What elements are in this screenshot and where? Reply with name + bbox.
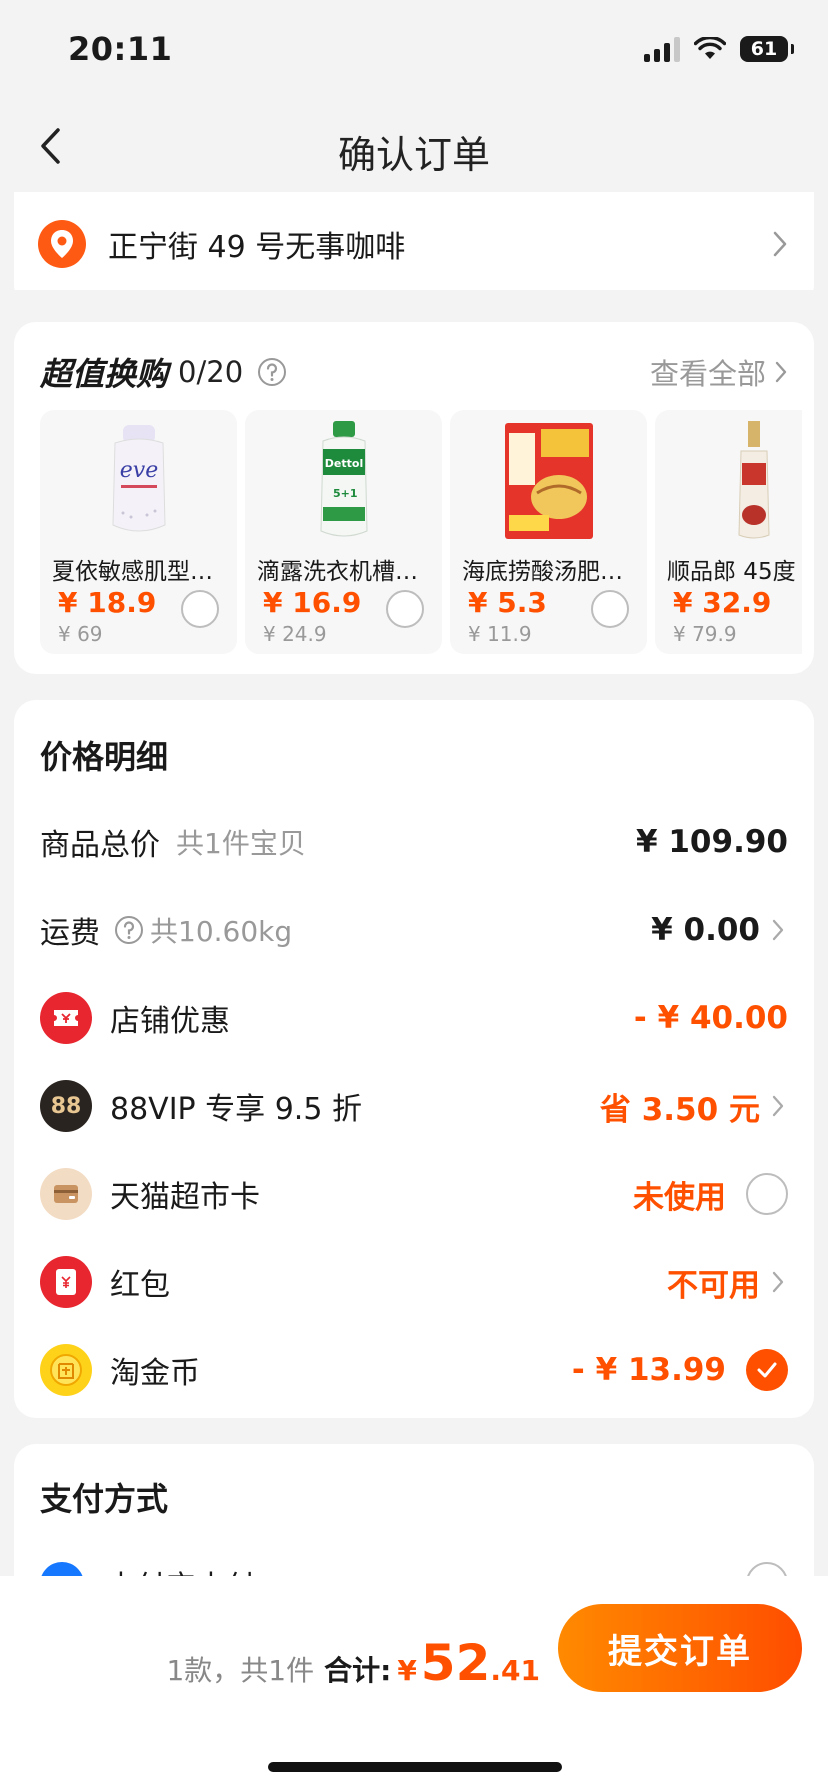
red-packet-label: 红包 — [110, 1268, 170, 1303]
vip-discount-label: 88VIP 专享 9.5 折 — [110, 1092, 362, 1127]
payment-method-title: 支付方式 — [40, 1480, 169, 1518]
shop-discount-row: 店铺优惠 - ¥ 40.00 — [40, 988, 788, 1048]
exchange-product-list: eve 夏依敏感肌型护理液 ¥ 18.9 ¥ 69 Dettol 5+1 — [40, 410, 802, 654]
shop-discount-label: 店铺优惠 — [110, 1004, 230, 1039]
product-price: ¥ 18.9 — [58, 586, 157, 619]
product-price: ¥ 5.3 — [468, 586, 547, 619]
tmall-card-row[interactable]: 天猫超市卡 未使用 — [40, 1164, 788, 1224]
product-image — [450, 416, 647, 546]
svg-text:eve: eve — [119, 458, 157, 483]
svg-text:5+1: 5+1 — [333, 487, 358, 500]
product-price: ¥ 32.9 — [673, 586, 772, 619]
tmall-card-label: 天猫超市卡 — [110, 1180, 260, 1215]
battery-icon: 61 — [740, 36, 794, 62]
product-original-price: ¥ 24.9 — [263, 622, 327, 646]
total-integer: 52 — [420, 1634, 491, 1692]
goods-total-row: 商品总价 共1件宝贝 ¥ 109.90 — [40, 812, 788, 872]
product-image: Dettol 5+1 — [245, 416, 442, 546]
product-name: 滴露洗衣机槽清洁剂 — [257, 559, 436, 585]
vip-discount-row[interactable]: 88 88VIP 专享 9.5 折 省 3.50 元 — [40, 1076, 788, 1136]
vip-88-icon: 88 — [40, 1080, 92, 1132]
exchange-purchase-card: 超值换购 0/20 查看全部 eve 夏依敏感肌型护 ¥ 18.9 ¥ 69 D… — [14, 322, 814, 674]
product-image: eve — [40, 416, 237, 546]
shipping-row[interactable]: 运费 共10.60kg ¥ 0.00 — [40, 900, 788, 960]
chevron-right-icon — [772, 1271, 784, 1293]
view-all-label: 查看全部 — [649, 357, 766, 391]
status-bar: 20:11 61 — [0, 0, 828, 100]
product-select-radio[interactable] — [181, 590, 219, 628]
address-selector[interactable]: 正宁街 49 号无事咖啡 — [14, 192, 814, 296]
gold-coin-icon — [40, 1344, 92, 1396]
chevron-right-icon — [772, 1095, 784, 1117]
product-price: ¥ 16.9 — [263, 586, 362, 619]
exchange-product[interactable]: Dettol 5+1 滴露洗衣机槽清洁剂 ¥ 16.9 ¥ 24.9 — [245, 410, 442, 654]
total-decimal: .41 — [490, 1654, 540, 1687]
product-name: 海底捞酸汤肥牛调味料 — [462, 559, 641, 585]
coins-checked-radio[interactable] — [746, 1349, 788, 1391]
product-original-price: ¥ 79.9 — [673, 622, 737, 646]
address-divider — [14, 290, 814, 296]
address-text: 正宁街 49 号无事咖啡 — [108, 230, 406, 265]
product-name: 顺品郎 45度 — [667, 559, 796, 585]
shipping-value: ¥ 0.00 — [651, 912, 760, 948]
shipping-label: 运费 — [40, 916, 100, 951]
cellular-signal-icon — [644, 36, 680, 62]
item-count: 1款，共1件 — [166, 1654, 315, 1687]
product-original-price: ¥ 11.9 — [468, 622, 532, 646]
red-packet-row[interactable]: 红包 不可用 — [40, 1252, 788, 1312]
wifi-icon — [694, 37, 726, 59]
wallet-card-icon — [40, 1168, 92, 1220]
submit-order-button[interactable]: 提交订单 — [558, 1604, 802, 1692]
shop-coupon-icon — [40, 992, 92, 1044]
product-select-radio[interactable] — [591, 590, 629, 628]
home-indicator — [268, 1762, 562, 1772]
product-original-price: ¥ 69 — [58, 622, 103, 646]
product-name: 夏依敏感肌型护理液 — [52, 559, 231, 585]
exchange-count: 0/20 — [178, 355, 244, 389]
exchange-title: 超值换购 — [40, 355, 169, 393]
location-pin-icon — [38, 220, 86, 268]
price-detail-card: 价格明细 商品总价 共1件宝贝 ¥ 109.90 运费 共10.60kg ¥ 0… — [14, 700, 814, 1418]
coins-row[interactable]: 淘金币 - ¥ 13.99 — [40, 1340, 788, 1400]
tmall-card-radio[interactable] — [746, 1173, 788, 1215]
shipping-weight: 共10.60kg — [150, 915, 293, 948]
status-time: 20:11 — [68, 30, 173, 68]
coins-label: 淘金币 — [110, 1356, 200, 1391]
view-all-link[interactable]: 查看全部 — [650, 351, 788, 393]
vip-discount-value: 省 3.50 元 — [599, 1091, 760, 1128]
red-packet-icon — [40, 1256, 92, 1308]
exchange-product[interactable]: eve 夏依敏感肌型护理液 ¥ 18.9 ¥ 69 — [40, 410, 237, 654]
status-icons: 61 — [644, 36, 794, 62]
total-currency: ¥ — [397, 1654, 417, 1687]
goods-total-count: 共1件宝贝 — [176, 827, 306, 860]
coins-value: - ¥ 13.99 — [571, 1352, 726, 1388]
goods-total-value: ¥ 109.90 — [636, 824, 788, 860]
chevron-right-icon — [775, 361, 787, 383]
help-icon[interactable] — [114, 915, 144, 945]
shop-discount-value: - ¥ 40.00 — [633, 1000, 788, 1036]
checkout-bar: 1款，共1件 合计: ¥ 52 .41 提交订单 — [0, 1576, 828, 1792]
order-summary: 1款，共1件 合计: ¥ 52 .41 — [166, 1634, 540, 1692]
exchange-header: 超值换购 0/20 查看全部 — [40, 350, 788, 394]
svg-text:Dettol: Dettol — [324, 457, 362, 470]
goods-total-label: 商品总价 — [40, 828, 160, 863]
red-packet-status: 不可用 — [667, 1267, 760, 1304]
tmall-card-status: 未使用 — [633, 1179, 726, 1216]
chevron-right-icon — [773, 231, 787, 257]
exchange-product[interactable]: 海底捞酸汤肥牛调味料 ¥ 5.3 ¥ 11.9 — [450, 410, 647, 654]
nav-bar: 确认订单 — [0, 100, 828, 192]
check-icon — [757, 1362, 777, 1378]
exchange-product[interactable]: 顺品郎 45度 ¥ 32.9 ¥ 79.9 — [655, 410, 802, 654]
chevron-right-icon — [772, 919, 784, 941]
help-icon[interactable] — [257, 357, 287, 387]
product-select-radio[interactable] — [386, 590, 424, 628]
product-image — [655, 416, 802, 546]
price-detail-title: 价格明细 — [40, 738, 169, 776]
page-title: 确认订单 — [337, 133, 490, 177]
total-label: 合计: — [324, 1654, 392, 1687]
